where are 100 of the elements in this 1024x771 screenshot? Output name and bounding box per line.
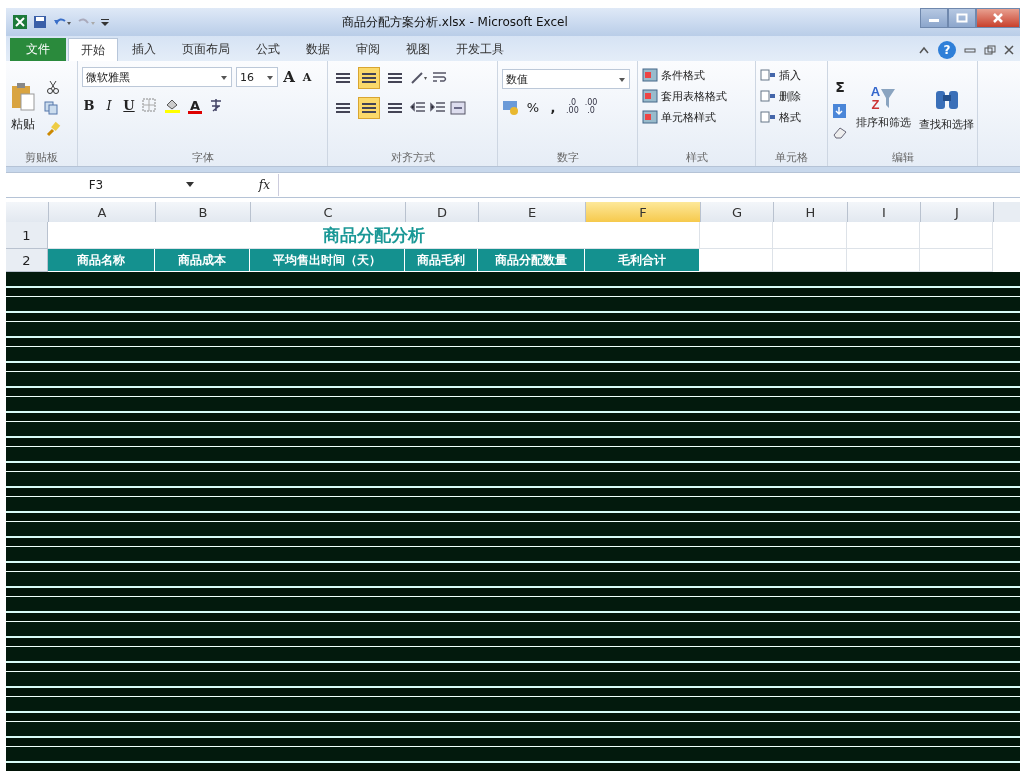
- group-label: 数字: [556, 149, 579, 165]
- column-header[interactable]: A: [49, 202, 156, 222]
- group-label: 剪贴板: [25, 149, 58, 165]
- help-button[interactable]: ?: [938, 40, 956, 59]
- find-select-button[interactable]: 查找和选择: [919, 83, 974, 132]
- column-heading: 商品成本: [155, 249, 250, 272]
- orientation-icon[interactable]: [410, 71, 428, 85]
- maximize-button[interactable]: [948, 8, 976, 28]
- lines-icon: [361, 102, 377, 114]
- column-heading: 商品毛利: [405, 249, 478, 272]
- sort-filter-button[interactable]: A Z 排序和筛选: [856, 85, 911, 130]
- ribbon-tab[interactable]: 审阅: [344, 38, 392, 61]
- decrease-decimal-button[interactable]: .00 .0: [584, 99, 598, 115]
- autosum-button[interactable]: Σ: [832, 76, 848, 97]
- ribbon-tab[interactable]: 页面布局: [170, 38, 242, 61]
- cells-menu-button[interactable]: 格式: [760, 109, 823, 125]
- dropdown-icon[interactable]: [186, 182, 194, 188]
- column-header[interactable]: C: [251, 202, 406, 222]
- lines-icon: [335, 102, 351, 114]
- column-header[interactable]: B: [156, 202, 251, 222]
- cells-menu-button[interactable]: 删除: [760, 88, 823, 104]
- funnel-icon: [880, 87, 897, 109]
- percent-button[interactable]: %: [526, 97, 540, 117]
- bold-button[interactable]: B: [82, 95, 96, 115]
- underline-button[interactable]: U: [122, 95, 136, 115]
- group-label: 编辑: [891, 149, 914, 165]
- align-button[interactable]: [358, 97, 380, 119]
- ribbon-tab[interactable]: 插入: [120, 38, 168, 61]
- wrap-text-icon[interactable]: [432, 71, 448, 85]
- ribbon-tab[interactable]: 开发工具: [444, 38, 516, 61]
- app-icon[interactable]: [12, 14, 28, 30]
- number-format-field[interactable]: 数值: [502, 69, 630, 89]
- table-style-icon: [642, 89, 658, 103]
- column-heading: 平均售出时间（天）: [250, 249, 405, 272]
- maximize-icon: [956, 13, 968, 23]
- styles-menu-button[interactable]: 套用表格格式: [642, 88, 751, 104]
- group-label: 单元格: [775, 149, 808, 165]
- ribbon-tab[interactable]: 数据: [294, 38, 342, 61]
- align-button[interactable]: [358, 67, 380, 89]
- lines-icon: [387, 72, 403, 84]
- comma-button[interactable]: ,: [546, 97, 560, 117]
- close-button[interactable]: [976, 8, 1020, 28]
- brush-icon[interactable]: [44, 120, 62, 137]
- increase-decimal-button[interactable]: .0 .00: [566, 99, 579, 115]
- cell-icon: [760, 68, 776, 82]
- lines-icon: [335, 72, 351, 84]
- fill-color-icon[interactable]: [164, 97, 182, 113]
- window-title: 商品分配方案分析.xlsx - Microsoft Excel: [342, 13, 569, 31]
- grow-font-button[interactable]: A: [282, 67, 296, 87]
- font-size-field[interactable]: 16: [236, 67, 278, 87]
- clipboard-icon: [10, 82, 36, 112]
- italic-button[interactable]: I: [102, 95, 116, 115]
- currency-icon[interactable]: [502, 99, 520, 115]
- styles-menu-button[interactable]: 条件格式: [642, 67, 751, 83]
- group-label: 字体: [191, 149, 214, 165]
- name-box[interactable]: F3: [6, 175, 186, 195]
- close-icon[interactable]: [1004, 44, 1014, 55]
- decrease-indent-icon[interactable]: [410, 101, 426, 115]
- group-label: 样式: [685, 149, 708, 165]
- close-icon: [992, 13, 1004, 23]
- lines-icon: [361, 72, 377, 84]
- ribbon-tab[interactable]: 公式: [244, 38, 292, 61]
- collapse-ribbon-icon[interactable]: [918, 44, 930, 55]
- minimize-button[interactable]: [920, 8, 948, 28]
- shrink-font-button[interactable]: A: [300, 67, 314, 87]
- increase-indent-icon[interactable]: [430, 101, 446, 115]
- empty-cell[interactable]: [920, 222, 993, 249]
- lines-icon: [387, 102, 403, 114]
- ribbon-tab[interactable]: 文件: [10, 38, 66, 61]
- table-style-icon: [642, 110, 658, 124]
- phonetic-icon[interactable]: [208, 97, 224, 113]
- empty-cell[interactable]: [773, 222, 847, 249]
- fill-down-icon[interactable]: [832, 102, 848, 119]
- paste-button[interactable]: 粘贴: [10, 82, 36, 133]
- merge-icon[interactable]: [450, 101, 468, 115]
- column-header[interactable]: D: [406, 202, 479, 222]
- cells-menu-button[interactable]: 插入: [760, 67, 823, 83]
- empty-cell[interactable]: [700, 222, 773, 249]
- column-heading: 毛利合计: [585, 249, 700, 272]
- insert-function-button[interactable]: fx: [198, 178, 278, 192]
- column-header[interactable]: H: [774, 202, 848, 222]
- scissors-icon[interactable]: [44, 78, 62, 95]
- group-label: 对齐方式: [390, 149, 435, 165]
- column-heading: 商品分配数量: [478, 249, 585, 272]
- column-heading: 商品名称: [48, 249, 155, 272]
- font-name-field[interactable]: 微软雅黑: [82, 67, 232, 87]
- column-header[interactable]: I: [848, 202, 921, 222]
- row-header[interactable]: 1: [6, 222, 48, 249]
- font-color-button[interactable]: A: [188, 96, 202, 114]
- ribbon-tab[interactable]: 视图: [394, 38, 442, 61]
- restore-icon[interactable]: [984, 44, 996, 55]
- scrollbar[interactable]: [994, 202, 1020, 222]
- column-header[interactable]: G: [701, 202, 774, 222]
- row-header[interactable]: 2: [6, 249, 48, 272]
- save-icon[interactable]: [32, 14, 48, 30]
- cell-icon: [760, 110, 776, 124]
- styles-menu-button[interactable]: 单元格样式: [642, 109, 751, 125]
- column-header[interactable]: F: [586, 202, 701, 222]
- empty-cell[interactable]: [847, 222, 920, 249]
- ribbon-tab[interactable]: 开始: [68, 38, 118, 61]
